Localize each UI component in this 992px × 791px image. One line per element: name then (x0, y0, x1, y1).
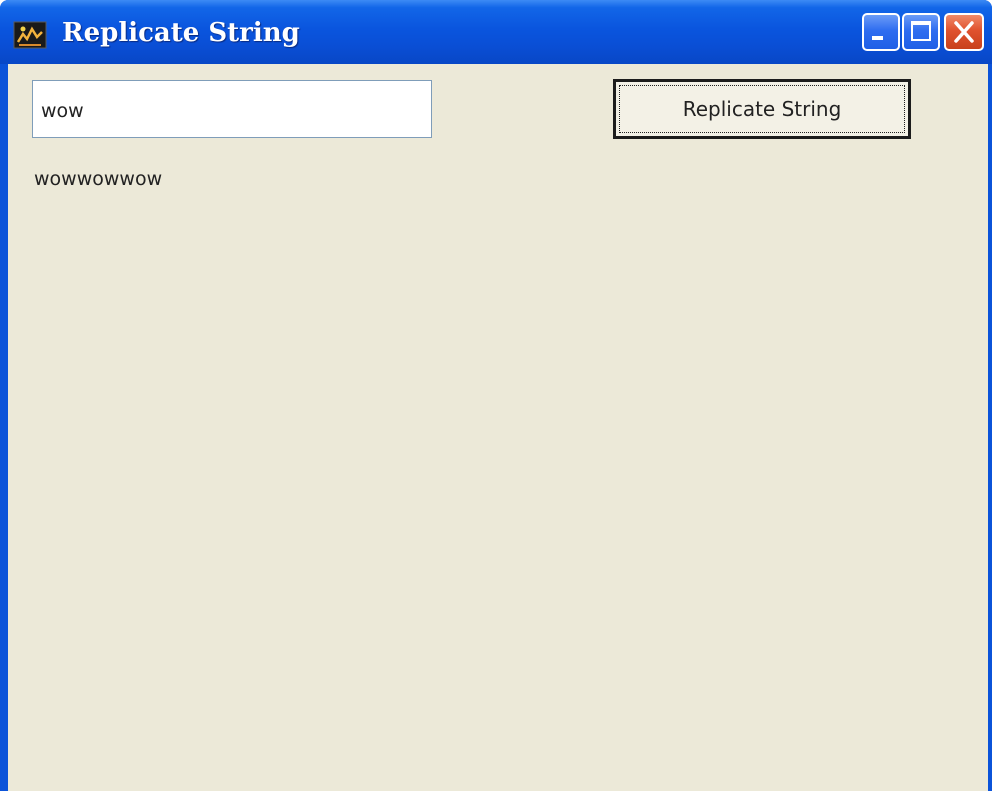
window-title: Replicate String (62, 18, 300, 48)
minimize-button[interactable] (862, 13, 900, 51)
close-icon (954, 21, 974, 43)
button-label: Replicate String (619, 85, 905, 133)
maximize-icon (911, 21, 931, 41)
client-area: Replicate String wowwowwow (8, 64, 988, 791)
string-input[interactable] (32, 80, 432, 138)
minimize-icon (872, 36, 883, 40)
close-button[interactable] (944, 13, 984, 51)
maximize-button[interactable] (902, 13, 940, 51)
application-window: Replicate String Replicate String wowwow… (0, 0, 992, 791)
replicate-string-button[interactable]: Replicate String (613, 79, 911, 139)
title-bar[interactable]: Replicate String (0, 0, 992, 64)
result-label: wowwowwow (34, 168, 163, 190)
java-coffee-icon[interactable] (13, 20, 47, 50)
